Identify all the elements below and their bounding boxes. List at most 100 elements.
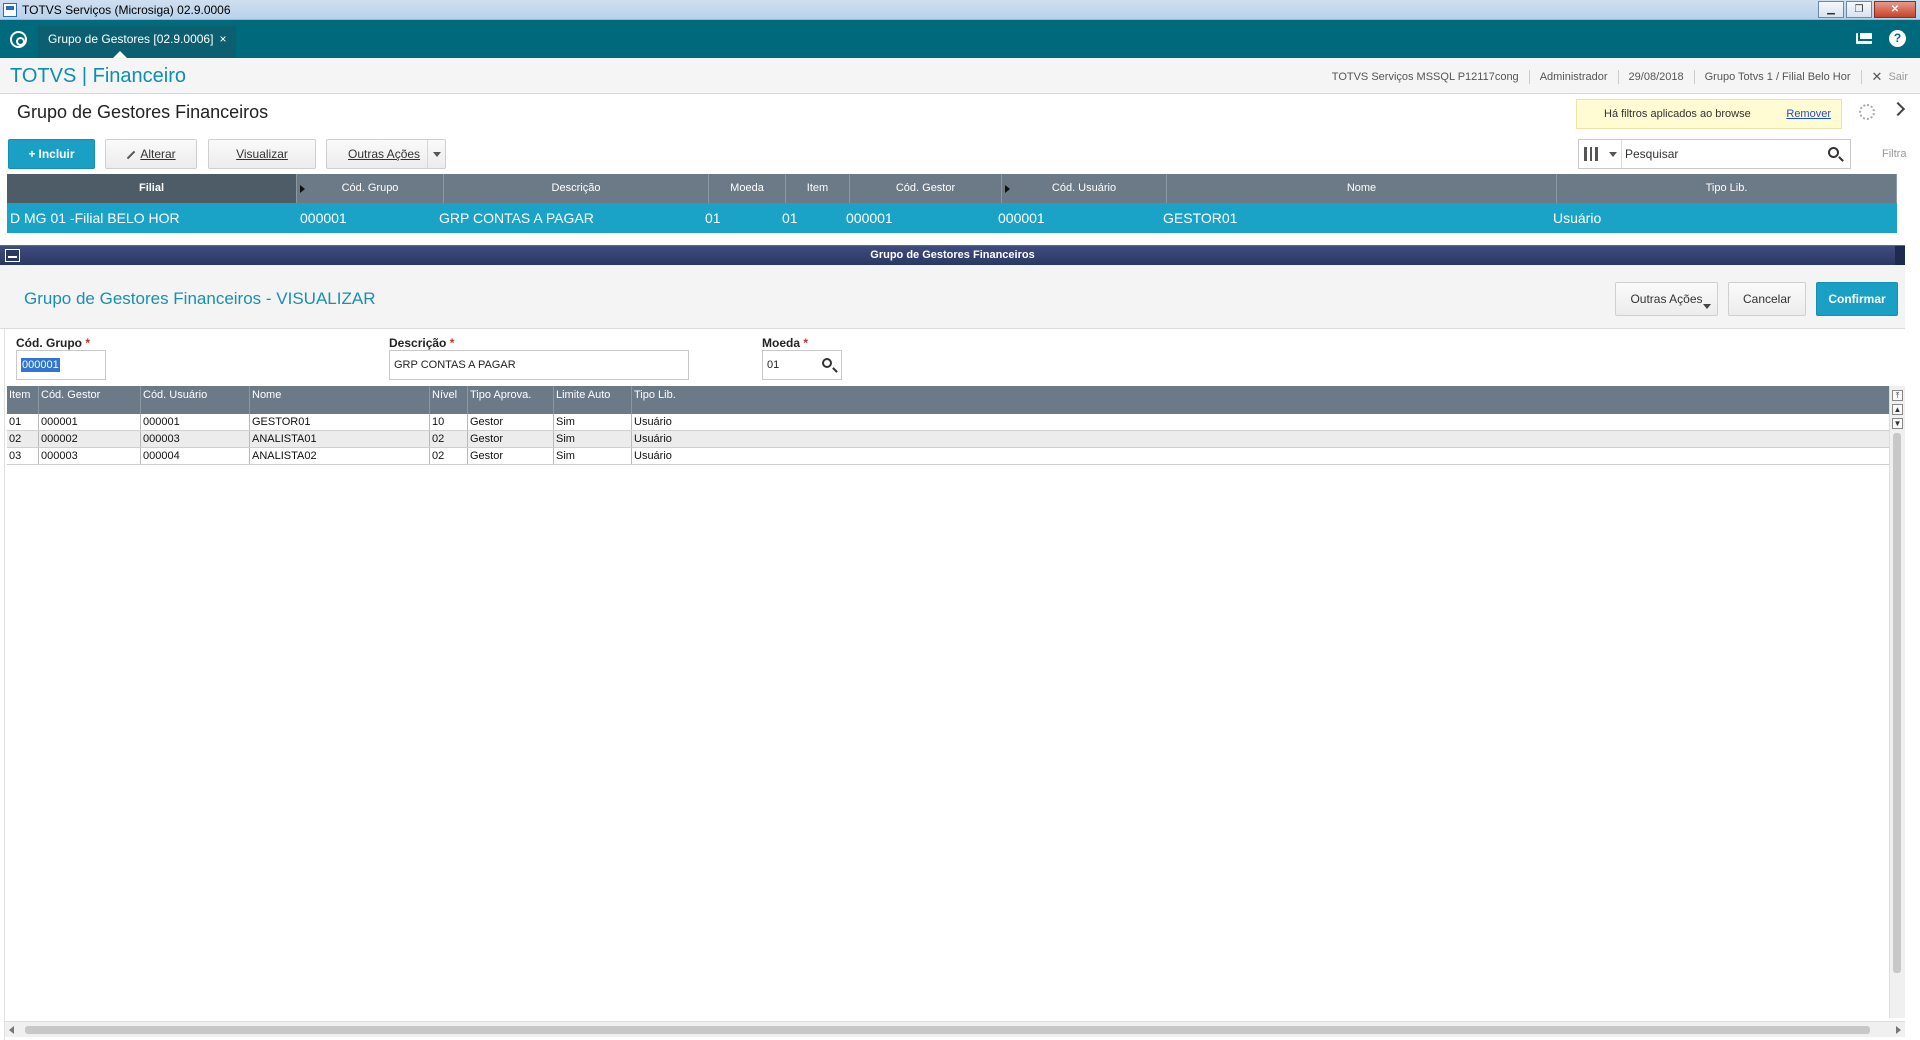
chevron-down-icon[interactable] [1609, 152, 1617, 157]
columns-icon[interactable] [1584, 147, 1598, 161]
include-button[interactable]: + Incluir [8, 139, 95, 169]
dialog-left-border [0, 265, 5, 1040]
scroll-top-icon[interactable]: ⤒ [1892, 390, 1903, 401]
col-header-filial[interactable]: Filial [7, 174, 297, 203]
search-icon[interactable] [1828, 147, 1839, 158]
col-header-item[interactable]: Item [7, 386, 39, 414]
minimize-button[interactable]: ▁ [1818, 1, 1844, 18]
gear-icon[interactable] [1859, 104, 1875, 120]
filter-notice-message: Há filtros aplicados ao browse [1604, 108, 1751, 120]
items-header: Item Cód. Gestor Cód. Usuário Nome Nível… [7, 386, 1889, 414]
tab-close-icon[interactable]: × [219, 32, 226, 46]
vertical-scrollbar[interactable]: ⤒ ▲ ▼ [1889, 386, 1905, 1018]
col-header-tipo-lib[interactable]: Tipo Lib. [632, 386, 1889, 414]
description-label-text: Descrição [389, 336, 447, 350]
plus-icon: + [28, 147, 36, 161]
cell-tipo-lib: Usuário [634, 433, 672, 445]
session-date: 29/08/2018 [1628, 71, 1684, 83]
col-header-nivel[interactable]: Nível [430, 386, 468, 414]
search-icon[interactable] [822, 358, 832, 368]
col-header-cod-gestor[interactable]: Cód. Gestor [850, 174, 1002, 203]
required-mark: * [803, 336, 809, 350]
branch-name: Grupo Totvs 1 / Filial Belo Hor [1704, 71, 1851, 83]
horizontal-scrollbar[interactable] [5, 1021, 1905, 1037]
col-header-descricao[interactable]: Descrição [444, 174, 709, 203]
filter-label[interactable]: Filtra [1882, 148, 1906, 160]
confirm-button[interactable]: Confirmar [1816, 282, 1898, 316]
scroll-up-icon[interactable]: ▲ [1892, 404, 1903, 415]
dialog-title: Grupo de Gestores Financeiros - VISUALIZ… [24, 289, 376, 308]
col-header-nome[interactable]: Nome [250, 386, 430, 414]
col-header-item[interactable]: Item [786, 174, 850, 203]
col-header-tipo-aprova[interactable]: Tipo Aprova. [468, 386, 554, 414]
cell-nivel: 02 [430, 448, 468, 464]
close-window-button[interactable]: ✕ [1874, 1, 1916, 18]
col-header-limite-auto[interactable]: Limite Auto [554, 386, 632, 414]
app-tabbar: Grupo de Gestores [02.9.0006] × ? [0, 20, 1920, 58]
dialog-bar-title: Grupo de Gestores Financeiros [870, 249, 1035, 261]
col-header-tipo-lib[interactable]: Tipo Lib. [1557, 174, 1897, 203]
table-row[interactable]: D MG 01 -Filial BELO HOR 000001 GRP CONT… [7, 203, 1897, 233]
group-code-label-text: Cód. Grupo [16, 336, 82, 350]
col-header-cod-grupo[interactable]: Cód. Grupo [297, 174, 444, 203]
cancel-button[interactable]: Cancelar [1728, 282, 1806, 316]
scroll-right-icon[interactable] [1896, 1026, 1901, 1034]
search-input[interactable] [1625, 145, 1815, 163]
cell-item: 01 [782, 210, 798, 226]
include-label: Incluir [38, 147, 75, 161]
edit-label: Alterar [140, 147, 176, 161]
module-brand: TOTVS | Financeiro [10, 65, 186, 87]
col-header-cod-usuario[interactable]: Cód. Usuário [1002, 174, 1167, 203]
cell-nome: ANALISTA01 [250, 431, 430, 447]
cell-limite-auto: Sim [554, 431, 632, 447]
cell-nome: GESTOR01 [250, 414, 430, 430]
description-label: Descrição * [389, 336, 454, 350]
browse-header: Filial Cód. Grupo Descrição Moeda Item C… [7, 174, 1897, 203]
table-row[interactable]: 01 000001 000001 GESTOR01 10 Gestor Sim Usuário [7, 414, 1889, 431]
cell-cod-gestor: 000003 [39, 448, 141, 464]
page-title: Grupo de Gestores Financeiros [17, 102, 269, 122]
other-actions-label: Outras Ações [348, 147, 421, 161]
group-code-value: 000001 [21, 358, 60, 372]
edit-button[interactable]: Alterar [105, 139, 197, 169]
group-code-label: Cód. Grupo * [16, 336, 90, 350]
scroll-down-icon[interactable]: ▼ [1892, 418, 1903, 429]
view-button[interactable]: Visualizar [208, 139, 316, 169]
logout-icon[interactable]: ✕ [1872, 69, 1883, 85]
sort-marker-icon [300, 185, 305, 193]
currency-field[interactable]: 01 [762, 350, 842, 380]
logout-link[interactable]: Sair [1888, 71, 1908, 83]
dialog-other-actions-label: Outras Ações [1630, 292, 1703, 306]
home-icon[interactable] [10, 31, 27, 48]
currency-label: Moeda * [762, 336, 808, 350]
scrollbar-thumb[interactable] [25, 1026, 1870, 1034]
chevron-down-icon [1703, 304, 1711, 309]
col-header-cod-gestor[interactable]: Cód. Gestor [39, 386, 141, 414]
restore-button[interactable]: ❐ [1846, 1, 1872, 18]
scroll-left-icon[interactable] [9, 1026, 14, 1034]
dialog-other-actions-button[interactable]: Outras Ações [1615, 282, 1718, 316]
other-actions-button[interactable]: Outras Ações [326, 139, 446, 169]
cell-item: 01 [7, 414, 39, 430]
table-row[interactable]: 03 000003 000004 ANALISTA02 02 Gestor Sim Usuár… [7, 448, 1889, 465]
cell-tipo-lib: Usuário [1553, 210, 1602, 226]
group-code-field[interactable]: 000001 [16, 350, 106, 380]
window-controls: ▁ ❐ ✕ [1818, 1, 1916, 18]
mail-icon[interactable] [1856, 33, 1872, 44]
table-row[interactable]: 02 000002 000003 ANALISTA01 02 Gestor Sim Usuár… [7, 431, 1889, 448]
remove-filter-link[interactable]: Remover [1786, 108, 1831, 120]
col-header-nome[interactable]: Nome [1167, 174, 1557, 203]
chevron-right-icon[interactable] [1890, 101, 1906, 117]
col-header-cod-usuario[interactable]: Cód. Usuário [141, 386, 250, 414]
cell-cod-gestor: 000001 [39, 414, 141, 430]
chevron-down-icon[interactable] [427, 140, 445, 168]
tab-grupo-de-gestores[interactable]: Grupo de Gestores [02.9.0006] × [38, 26, 237, 58]
scrollbar-thumb[interactable] [1893, 433, 1901, 973]
dialog-close-button[interactable] [1895, 246, 1905, 266]
col-header-moeda[interactable]: Moeda [709, 174, 786, 203]
description-field[interactable]: GRP CONTAS A PAGAR [389, 350, 689, 380]
help-icon[interactable]: ? [1889, 30, 1906, 47]
tab-label: Grupo de Gestores [02.9.0006] [48, 32, 214, 46]
dialog-titlebar: Grupo de Gestores Financeiros [0, 245, 1905, 266]
cell-tipo-lib: Usuário [634, 416, 672, 428]
